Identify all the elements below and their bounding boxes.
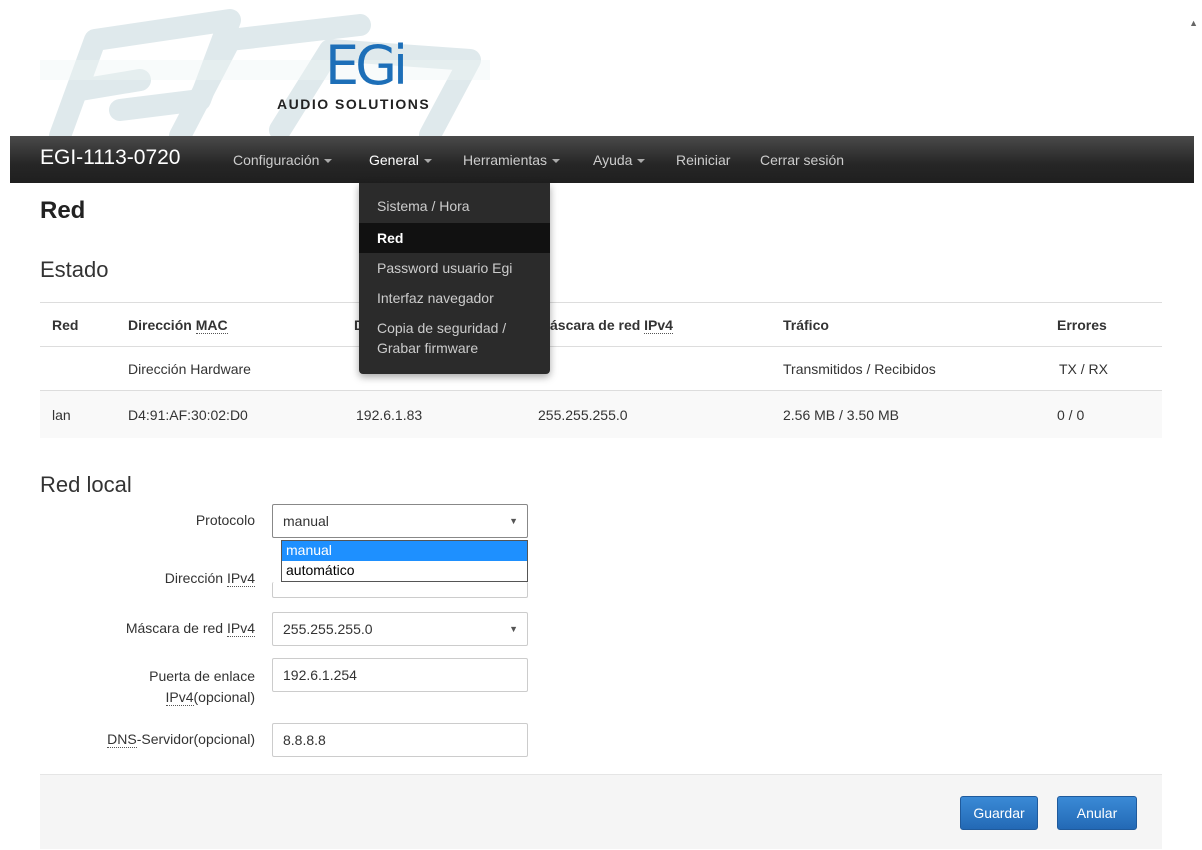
general-dropdown-menu: Sistema / Hora Red Password usuario Egi …: [359, 183, 550, 374]
th-mask-text: áscara de red: [550, 317, 645, 333]
nav-configuracion-label: Configuración: [233, 152, 320, 168]
th-mac: Dirección MAC: [128, 317, 228, 334]
gateway-input-value: 192.6.1.254: [283, 667, 357, 683]
sub-errors: TX / RX: [1059, 361, 1109, 377]
cell-ip: 192.6.1.83: [356, 407, 423, 423]
save-button[interactable]: Guardar: [960, 796, 1038, 830]
th-errors: Errores: [1057, 317, 1107, 333]
protocol-label: Protocolo: [195, 512, 255, 528]
ip-label-text: Dirección: [164, 570, 227, 586]
header-logo-area: EGi AUDIO SOLUTIONS: [0, 0, 1202, 136]
cancel-button[interactable]: Anular: [1057, 796, 1137, 830]
logo-brand-text: EGi: [325, 34, 408, 97]
menu-item-red[interactable]: Red: [359, 223, 550, 253]
select-arrow-icon: ▼: [509, 516, 518, 526]
table-subheader-row: Dirección Hardware Transmitidos / Recibi…: [40, 346, 1162, 391]
menu-item-interfaz[interactable]: Interfaz navegador: [359, 287, 550, 309]
th-mac-abbr: MAC: [195, 317, 228, 334]
dns-input[interactable]: 8.8.8.8: [272, 723, 528, 757]
cell-net: lan: [52, 407, 71, 423]
sub-traffic: Transmitidos / Recibidos: [783, 361, 936, 377]
nav-configuracion[interactable]: Configuración: [233, 152, 333, 168]
mask-select-value: 255.255.255.0: [283, 621, 373, 637]
menu-item-password[interactable]: Password usuario Egi: [359, 257, 550, 279]
gateway-label-abbr: IPv4: [165, 689, 194, 706]
ip-label-abbr: IPv4: [226, 570, 255, 587]
protocol-option-automatico[interactable]: automático: [282, 561, 527, 581]
cell-mask: 255.255.255.0: [538, 407, 628, 423]
mask-label: Máscara de red IPv4: [40, 620, 255, 637]
th-traffic: Tráfico: [783, 317, 829, 333]
menu-item-copia-line2: Grabar firmware: [377, 340, 479, 356]
menu-item-sistema-hora[interactable]: Sistema / Hora: [359, 195, 550, 217]
lan-section-title: Red local: [40, 472, 132, 497]
th-mask-abbr: IPv4: [644, 317, 673, 334]
caret-down-icon: [637, 159, 646, 164]
nav-herramientas[interactable]: Herramientas: [463, 152, 561, 168]
caret-down-icon: [423, 159, 432, 164]
mask-label-abbr: IPv4: [226, 620, 255, 637]
protocol-option-manual[interactable]: manual: [282, 541, 527, 561]
menu-item-copia-line1: Copia de seguridad /: [377, 320, 507, 336]
dns-label-abbr: DNS: [107, 731, 137, 748]
table-row: lan D4:91:AF:30:02:D0 192.6.1.83 255.255…: [40, 390, 1162, 438]
form-actions-footer: Guardar Anular: [40, 774, 1162, 849]
th-mac-text: Dirección: [128, 317, 196, 333]
watermark-logo: [40, 9, 490, 136]
logo-mark: EGi: [325, 34, 415, 97]
nav-general-label: General: [369, 152, 419, 168]
table-header-row: Red Dirección MAC D áscara de red IPv4 T…: [40, 302, 1162, 347]
gateway-input[interactable]: 192.6.1.254: [272, 658, 528, 692]
gateway-label: Puerta de enlace IPv4(opcional): [40, 666, 255, 708]
navbar: EGI-1113-0720 Configuración General Herr…: [10, 136, 1194, 183]
caret-down-icon: [324, 159, 333, 164]
dns-label: DNS-Servidor(opcional): [40, 731, 255, 748]
cell-traffic: 2.56 MB / 3.50 MB: [783, 407, 899, 423]
menu-item-copia-seguridad[interactable]: Copia de seguridad / Grabar firmware: [359, 318, 550, 358]
ip-label: Dirección IPv4: [40, 570, 255, 587]
dns-input-value: 8.8.8.8: [283, 732, 326, 748]
sub-mac: Dirección Hardware: [128, 361, 251, 377]
protocol-options-list: manual automático: [281, 540, 528, 582]
status-section-title: Estado: [40, 257, 109, 282]
nav-reiniciar[interactable]: Reiniciar: [676, 152, 730, 168]
nav-herramientas-label: Herramientas: [463, 152, 548, 168]
select-arrow-icon: ▼: [509, 624, 518, 634]
protocol-select-value: manual: [283, 513, 329, 529]
gateway-label-suffix: (opcional): [193, 689, 255, 705]
ip-input[interactable]: [272, 582, 528, 598]
nav-ayuda-label: Ayuda: [593, 152, 633, 168]
th-red: Red: [52, 317, 79, 333]
nav-ayuda[interactable]: Ayuda: [593, 152, 646, 168]
nav-cerrar-sesion[interactable]: Cerrar sesión: [760, 152, 844, 168]
page-title: Red: [40, 197, 86, 224]
gateway-label-line1: Puerta de enlace: [149, 668, 255, 684]
dns-label-suffix: -Servidor(opcional): [136, 731, 255, 747]
th-mask: áscara de red IPv4: [550, 317, 673, 334]
caret-down-icon: [552, 159, 561, 164]
mask-label-text: Máscara de red: [125, 620, 227, 636]
logo-tagline: AUDIO SOLUTIONS: [277, 96, 431, 112]
scroll-up-arrow-icon[interactable]: ▲: [1189, 18, 1198, 28]
device-name-brand[interactable]: EGI-1113-0720: [40, 146, 180, 170]
protocol-select[interactable]: manual ▼: [272, 504, 528, 538]
mask-select[interactable]: 255.255.255.0 ▼: [272, 612, 528, 646]
nav-general[interactable]: General: [369, 152, 432, 168]
cell-errors: 0 / 0: [1057, 407, 1085, 423]
cell-mac: D4:91:AF:30:02:D0: [128, 407, 248, 423]
